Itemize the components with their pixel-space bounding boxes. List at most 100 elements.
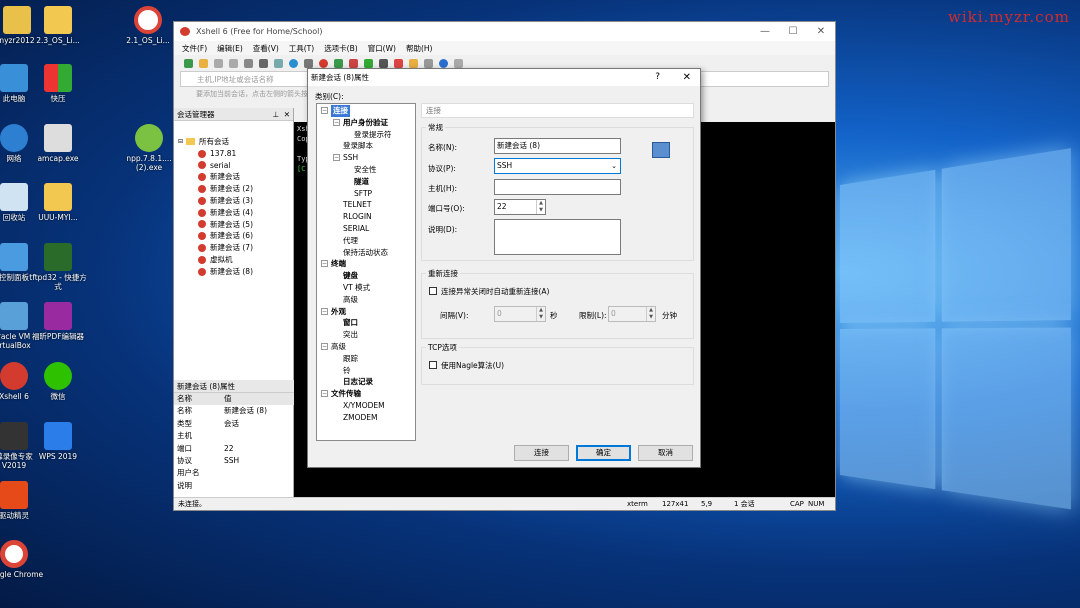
session-item[interactable]: 新建会话 (4) [178,207,293,219]
desktop-icon-wps[interactable]: WPS 2019 [27,422,89,461]
copy-icon[interactable] [274,59,283,68]
session-item[interactable]: 新建会话 (3) [178,195,293,207]
cat-keepalive[interactable]: 保持活动状态 [317,247,415,259]
menu-help[interactable]: 帮助(H) [406,43,433,54]
cat-appearance[interactable]: − 外观 [317,306,415,318]
cancel-button[interactable]: 取消 [638,445,693,461]
cat-highlight[interactable]: 突出 [317,329,415,341]
keyboard-icon[interactable] [379,59,388,68]
cat-sftp[interactable]: SFTP [317,188,415,200]
port-input[interactable]: 22 ▲ ▼ [494,199,546,215]
cat-rlogin[interactable]: RLOGIN [317,211,415,223]
cat-zmodem[interactable]: ZMODEM [317,412,415,424]
desktop-icon-chrome-os[interactable]: 2.1_OS_Li... [117,6,179,45]
cat-trace[interactable]: 跟踪 [317,353,415,365]
cat-tunnel[interactable]: 隧道 [317,176,415,188]
session-item[interactable]: 新建会话 [178,171,293,183]
cat-xymodem[interactable]: X/YMODEM [317,400,415,412]
close-panel-icon[interactable]: ✕ [284,108,290,121]
desktop-icon-google-chrome[interactable]: Google Chrome [0,540,45,579]
reconnect-icon[interactable] [244,59,253,68]
marker-icon[interactable] [394,59,403,68]
session-item[interactable]: 137.81 [178,148,293,160]
new-session-icon[interactable] [184,59,193,68]
menu-edit[interactable]: 编辑(E) [217,43,243,54]
help-icon[interactable] [439,59,448,68]
cat-connection[interactable]: − 连接 [317,105,415,117]
cat-auth[interactable]: − 用户身份验证 [317,117,415,129]
cat-login-prompt[interactable]: 登录提示符 [317,129,415,141]
cat-terminal[interactable]: − 终端 [317,258,415,270]
font-icon[interactable] [304,59,313,68]
cat-vt-mode[interactable]: VT 模式 [317,282,415,294]
session-item[interactable]: 新建会话 (6) [178,230,293,242]
close-window-button[interactable]: ✕ [807,22,835,41]
xftp-icon[interactable] [334,59,343,68]
desktop-icon-notepadpp[interactable]: npp.7.8.1....(2).exe [118,124,180,172]
desktop-icon-foxit-pdf[interactable]: 福昕PDF编辑器 [27,302,89,341]
layout-icon[interactable] [424,59,433,68]
session-item[interactable]: 新建会话 (7) [178,242,293,254]
desktop-icon-driver-genius[interactable]: 驱动精灵 [0,481,45,520]
session-icon [198,268,206,276]
menu-tools[interactable]: 工具(T) [289,43,314,54]
desktop-icon-folder-os[interactable]: 2.3_OS_Li... [27,6,89,45]
open-folder-icon[interactable] [199,59,208,68]
session-icon [198,209,206,217]
session-item[interactable]: 新建会话 (5) [178,219,293,231]
cat-proxy[interactable]: 代理 [317,235,415,247]
cat-keyboard[interactable]: 键盘 [317,270,415,282]
search-icon[interactable] [259,59,268,68]
session-item[interactable]: 新建会话 (8) [178,266,293,278]
xshell-icon[interactable] [319,59,328,68]
session-item[interactable]: 新建会话 (2) [178,183,293,195]
menu-view[interactable]: 查看(V) [253,43,279,54]
menu-window[interactable]: 窗口(W) [368,43,396,54]
cat-bell[interactable]: 铃 [317,365,415,377]
desktop-icon-amcap[interactable]: amcap.exe [27,124,89,163]
host-input[interactable] [494,179,621,195]
cat-window[interactable]: 窗口 [317,317,415,329]
disconnect-icon[interactable] [229,59,238,68]
session-item[interactable]: 虚拟机 [178,254,293,266]
cat-logging[interactable]: 日志记录 [317,376,415,388]
dialog-close-button[interactable]: ✕ [683,69,691,86]
pin-icon[interactable]: ⊥ [272,108,279,121]
tcp-group: TCP选项 使用Nagle算法(U) [421,347,694,385]
desktop-icon-wechat[interactable]: 微信 [27,362,89,401]
maximize-button[interactable]: ☐ [779,22,807,41]
protocol-select[interactable]: SSH ⌄ [494,158,621,174]
cat-advanced[interactable]: 高级 [317,294,415,306]
auto-reconnect-label: 连接异常关闭时自动重新连接(A) [441,286,549,297]
cat-file-transfer[interactable]: − 文件传输 [317,388,415,400]
desktop-icon-kuaiya[interactable]: 快压 [27,64,89,103]
fullscreen-icon[interactable] [364,59,373,68]
globe-icon[interactable] [289,59,298,68]
desktop-icon-tftpd32[interactable]: tftpd32 - 快捷方式 [27,243,89,291]
lock-icon[interactable] [349,59,358,68]
ok-button[interactable]: 确定 [576,445,631,461]
minimize-button[interactable]: — [751,22,779,41]
chat-icon[interactable] [454,59,463,68]
package-icon[interactable] [409,59,418,68]
description-input[interactable] [494,219,621,255]
dialog-help-button[interactable]: ? [655,69,660,86]
name-input[interactable]: 新建会话 (8) [494,138,621,154]
connect-icon[interactable] [214,59,223,68]
menu-file[interactable]: 文件(F) [182,43,207,54]
cat-ssh[interactable]: − SSH [317,152,415,164]
cat-security[interactable]: 安全性 [317,164,415,176]
cat-serial[interactable]: SERIAL [317,223,415,235]
menu-tabs[interactable]: 选项卡(B) [324,43,358,54]
connect-button[interactable]: 连接 [514,445,569,461]
cat-login-script[interactable]: 登录脚本 [317,140,415,152]
address-placeholder: 主机,IP地址或会话名称 [197,74,274,85]
nagle-checkbox[interactable] [429,361,437,369]
tree-root[interactable]: ⊟ 所有会话 [178,136,293,148]
cat-advanced-2[interactable]: − 高级 [317,341,415,353]
desktop-icon-uuu[interactable]: UUU-MYI... [27,183,89,222]
cat-telnet[interactable]: TELNET [317,199,415,211]
session-item[interactable]: serial [178,160,293,172]
port-spinner[interactable]: ▲ ▼ [536,200,545,214]
auto-reconnect-checkbox[interactable] [429,287,437,295]
